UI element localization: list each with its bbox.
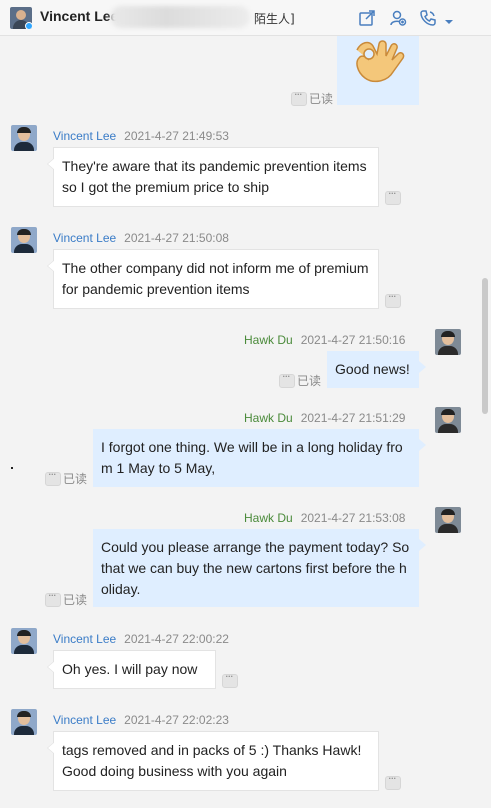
scrollbar[interactable] [482, 278, 488, 414]
timestamp: 2021-4-27 21:53:08 [300, 511, 406, 525]
avatar[interactable] [435, 329, 461, 355]
more-icon[interactable] [291, 88, 307, 106]
sender-name[interactable]: Hawk Du [244, 511, 293, 525]
sender-name[interactable]: Vincent Lee [53, 713, 116, 727]
message-header: Hawk Du 2021-4-27 21:50:16 [244, 333, 405, 347]
more-icon[interactable] [45, 468, 61, 486]
read-receipt: 已读 [279, 370, 321, 389]
device-status-icon [25, 22, 32, 29]
more-icon[interactable] [385, 187, 401, 205]
more-icon[interactable] [385, 290, 401, 308]
read-receipt: 已读 [291, 88, 333, 107]
chevron-down-icon[interactable] [444, 12, 454, 30]
contact-name[interactable]: Vincent Lee [40, 8, 118, 24]
message-list[interactable]: 已读 Vincent Lee 2021-4-27 21:49:53 They're… [0, 36, 491, 808]
timestamp: 2021-4-27 21:51:29 [300, 411, 406, 425]
avatar[interactable] [11, 227, 37, 253]
message-bubble[interactable]: tags removed and in packs of 5 :) Thanks… [47, 731, 379, 791]
avatar[interactable] [11, 628, 37, 654]
message-bubble[interactable]: Could you please arrange the payment tod… [93, 529, 426, 607]
more-icon[interactable] [45, 589, 61, 607]
message-header: Vincent Lee 2021-4-27 22:00:22 [53, 632, 229, 646]
message-bubble[interactable]: They're aware that its pandemic preventi… [47, 147, 379, 207]
sticker-message[interactable] [337, 36, 419, 105]
more-icon[interactable] [222, 670, 238, 688]
timestamp: 2021-4-27 21:50:08 [124, 231, 229, 245]
contact-avatar[interactable] [10, 7, 32, 29]
message-header: Vincent Lee 2021-4-27 22:02:23 [53, 713, 229, 727]
read-receipt: 已读 [45, 589, 87, 608]
message-bubble[interactable]: I forgot one thing. We will be in a long… [93, 429, 426, 487]
message-header: Vincent Lee 2021-4-27 21:49:53 [53, 129, 229, 143]
avatar[interactable] [435, 507, 461, 533]
message-bubble[interactable]: Good news! [327, 351, 426, 388]
sender-name[interactable]: Vincent Lee [53, 129, 116, 143]
message-header: Hawk Du 2021-4-27 21:53:08 [244, 511, 405, 525]
sender-name[interactable]: Hawk Du [244, 333, 293, 347]
read-receipt: 已读 [45, 468, 87, 487]
message-bubble[interactable]: The other company did not inform me of p… [47, 249, 379, 309]
chat-window: Vincent Lee 陌生人] 已读 Vincent Lee2021-4-27 [0, 0, 491, 808]
timestamp: 2021-4-27 22:00:22 [124, 632, 229, 646]
ok-hand-icon [356, 40, 405, 83]
sender-name[interactable]: Vincent Lee [53, 231, 116, 245]
stray-dot [11, 467, 13, 469]
more-icon[interactable] [385, 772, 401, 790]
timestamp: 2021-4-27 21:50:16 [300, 333, 406, 347]
avatar[interactable] [11, 125, 37, 151]
message-header: Hawk Du 2021-4-27 21:51:29 [244, 411, 405, 425]
add-contact-icon[interactable] [389, 9, 407, 27]
contact-tag: 陌生人] [254, 12, 295, 26]
sender-name[interactable]: Vincent Lee [53, 632, 116, 646]
call-icon[interactable] [419, 9, 437, 27]
avatar[interactable] [11, 709, 37, 735]
message-bubble[interactable]: Oh yes. I will pay now [47, 650, 216, 689]
more-icon[interactable] [279, 370, 295, 388]
share-icon[interactable] [358, 9, 376, 27]
redacted-region [110, 6, 250, 28]
sender-name[interactable]: Hawk Du [244, 411, 293, 425]
timestamp: 2021-4-27 22:02:23 [124, 713, 229, 727]
message-header: Vincent Lee 2021-4-27 21:50:08 [53, 231, 229, 245]
chat-header: Vincent Lee 陌生人] [0, 0, 491, 36]
avatar[interactable] [435, 407, 461, 433]
timestamp: 2021-4-27 21:49:53 [124, 129, 229, 143]
